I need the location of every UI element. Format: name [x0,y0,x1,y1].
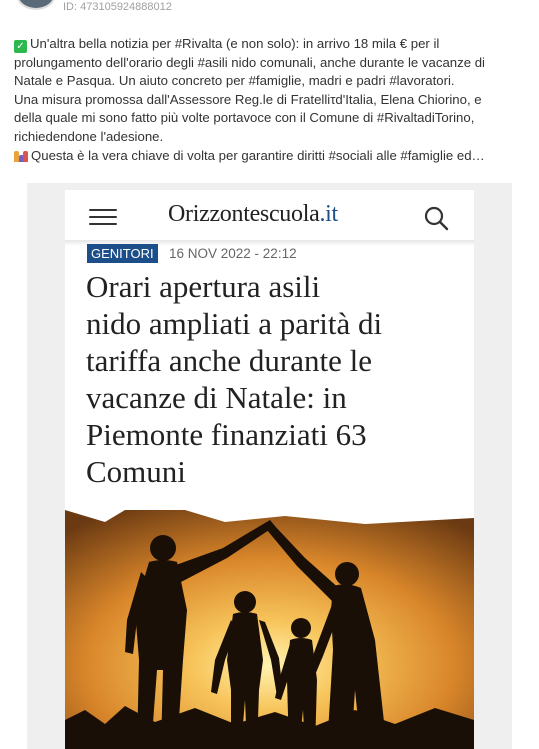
article-screenshot: Orizzontescuola.it GENITORI 16 NOV 2022 … [65,190,474,749]
post-line: ✓ Un'altra bella notizia per #Rivalta (e … [14,35,532,54]
post-line: della quale mi sono fatto più volte port… [14,110,475,126]
family-silhouette-photo [65,510,474,749]
post-text: ✓ Un'altra bella notizia per #Rivalta (e … [14,35,532,165]
article-date: 16 NOV 2022 - 22:12 [169,246,297,261]
post-line: Natale e Pasqua. Un aiuto concreto per #… [14,73,455,89]
post-id: ID: 473105924888012 [63,1,172,13]
post-line: prolungamento dell'orario degli #asili n… [14,54,485,70]
avatar[interactable] [16,0,56,10]
check-mark-icon: ✓ [14,40,27,53]
post-line: richiedendone l'adesione. [14,128,164,144]
search-icon [424,206,449,231]
category-badge: GENITORI [87,244,158,263]
post-line[interactable]: Questa è la vera chiave di volta per gar… [14,147,532,166]
site-header: Orizzontescuola.it [65,190,474,240]
family-icon [14,149,28,162]
site-logo: Orizzontescuola.it [168,201,338,227]
post-line: Una misura promossa dall'Assessore Reg.l… [14,91,482,107]
article-headline: Orari apertura asili nido ampliati a par… [86,269,383,489]
hamburger-menu-icon [89,209,117,225]
